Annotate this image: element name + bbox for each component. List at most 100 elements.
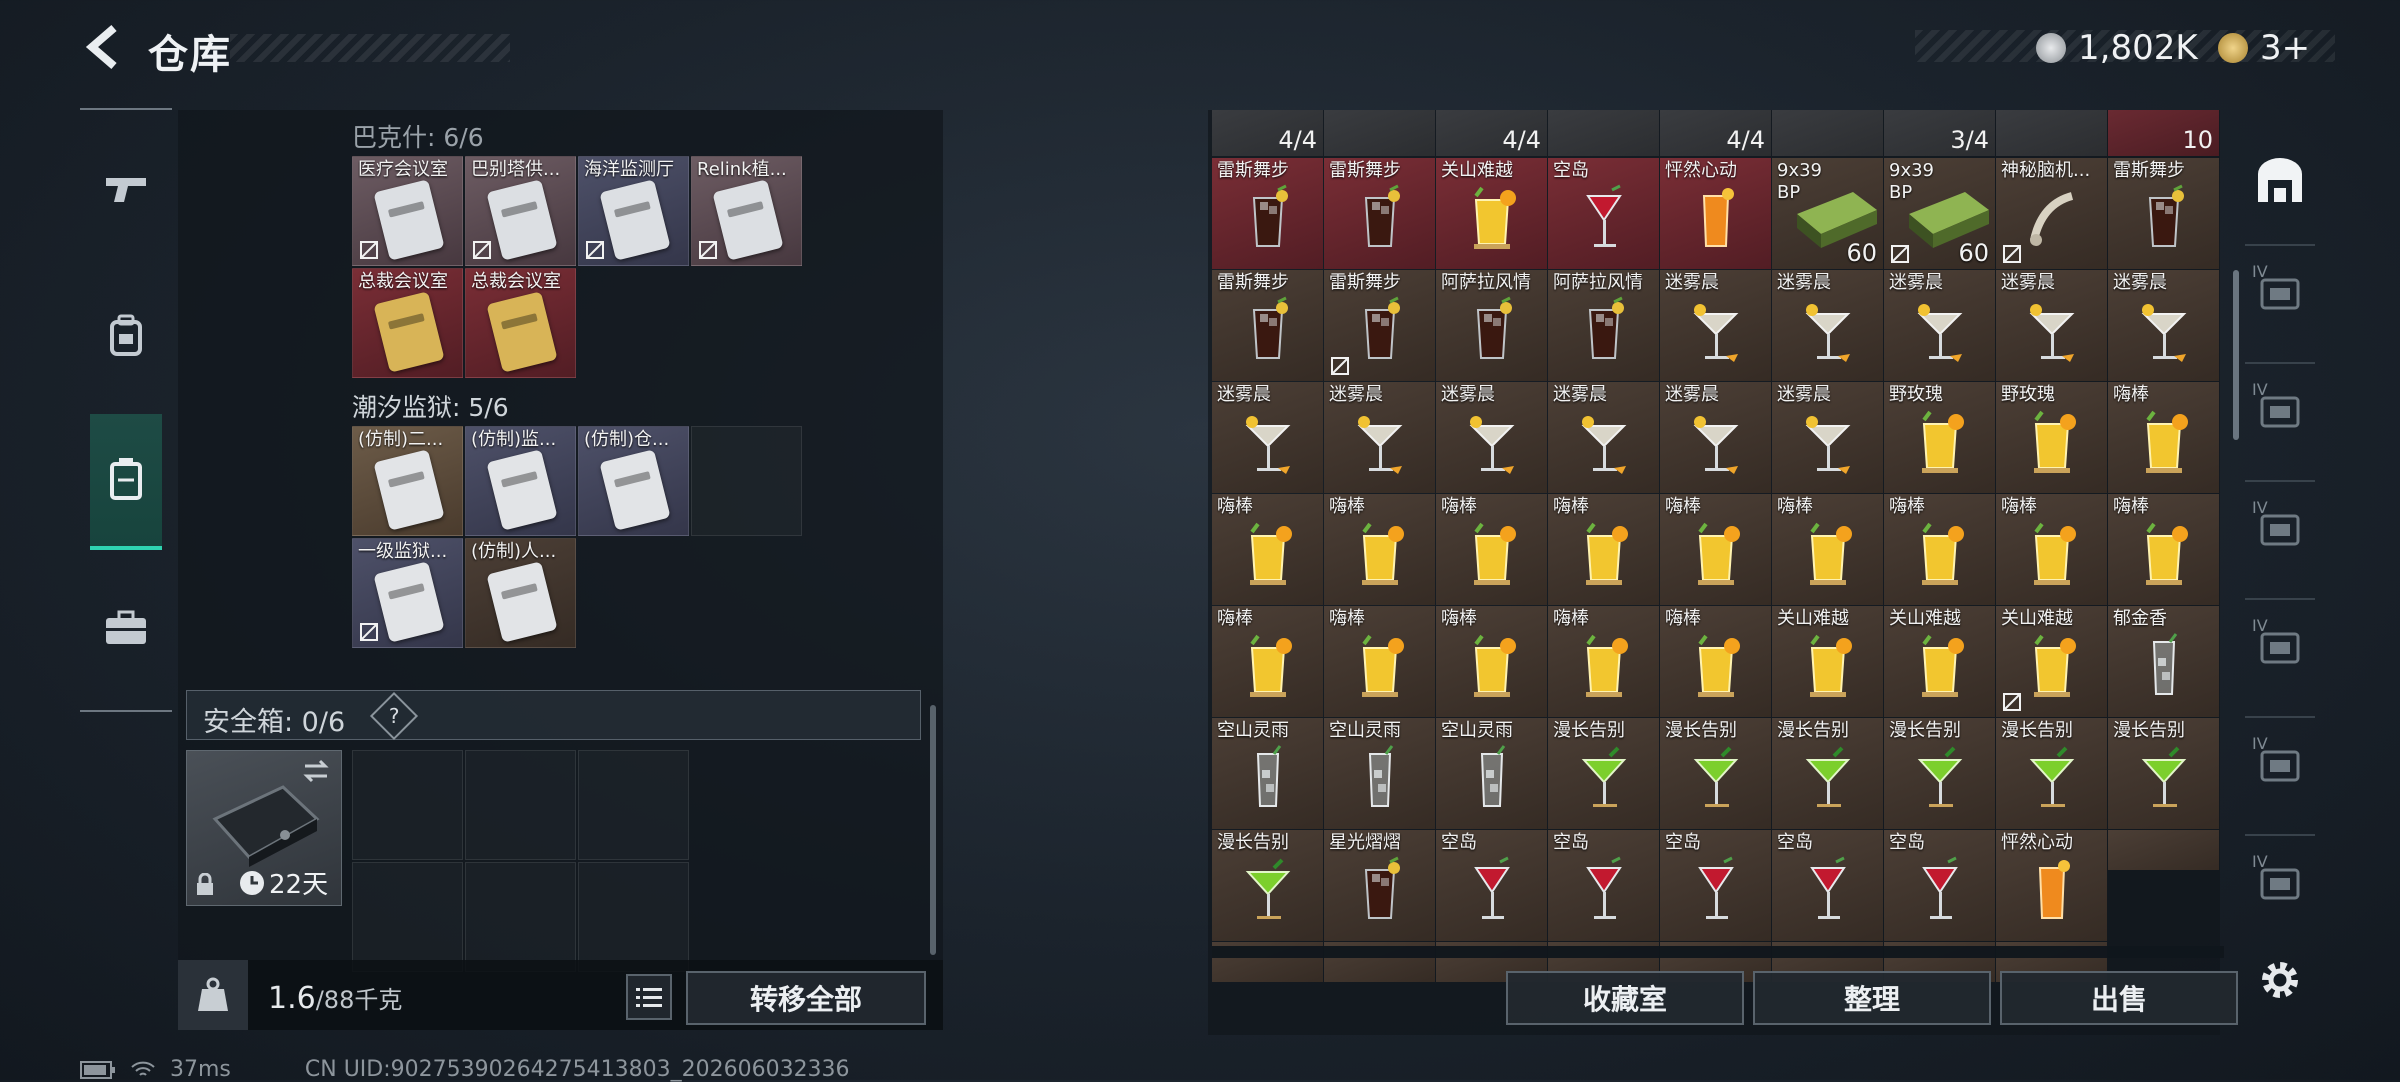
drink-item[interactable]: 关山难越 — [1884, 606, 1995, 717]
drink-item[interactable]: 迷雾晨 — [1660, 382, 1771, 493]
drink-item[interactable]: 嗨棒 — [2108, 494, 2219, 605]
nav-item-kit[interactable] — [90, 562, 162, 694]
drink-item[interactable]: 阿萨拉风情 — [1436, 270, 1547, 381]
drink-item[interactable]: 嗨棒 — [1772, 494, 1883, 605]
help-button[interactable]: ? — [369, 691, 419, 741]
drink-item[interactable]: 阿萨拉风情 — [1548, 270, 1659, 381]
keycard-item[interactable]: 医疗会议室 — [352, 156, 463, 266]
drink-item[interactable]: 雷斯舞步 — [1324, 270, 1435, 381]
currency-silver[interactable]: 1,802K — [2036, 28, 2198, 68]
drink-item[interactable]: 漫长告别 — [1212, 830, 1323, 941]
keycard-item[interactable]: 巴别塔供... — [465, 156, 576, 266]
drink-item[interactable]: 空岛 — [1548, 158, 1659, 269]
drink-item[interactable]: 迷雾晨 — [1772, 382, 1883, 493]
currency-gold[interactable]: 3+ — [2218, 28, 2310, 68]
drink-item[interactable]: 关山难越 — [1436, 158, 1547, 269]
keycard-item[interactable]: 海洋监测厅 — [578, 156, 689, 266]
drink-item[interactable]: 嗨棒 — [1660, 494, 1771, 605]
collection-room-button[interactable]: 收藏室 — [1506, 971, 1744, 1025]
drink-item[interactable]: 嗨棒 — [1436, 606, 1547, 717]
partial-item-cell[interactable] — [2108, 830, 2219, 870]
sell-button[interactable]: 出售 — [2000, 971, 2238, 1025]
nav-item-storage[interactable] — [90, 414, 162, 550]
safe-slot[interactable] — [465, 750, 576, 860]
drink-item[interactable]: 空岛 — [1772, 830, 1883, 941]
drink-item[interactable]: 迷雾晨 — [1660, 270, 1771, 381]
sidebar-storage-main[interactable] — [2250, 150, 2310, 210]
keycard-item[interactable]: (仿制)人... — [465, 538, 576, 648]
list-view-button[interactable] — [626, 974, 672, 1020]
keycard-item[interactable]: (仿制)二... — [352, 426, 463, 536]
drink-item[interactable]: 嗨棒 — [1324, 606, 1435, 717]
drink-item[interactable]: 怦然心动 — [1660, 158, 1771, 269]
drink-item[interactable]: 嗨棒 — [1436, 494, 1547, 605]
drink-item[interactable]: 空岛 — [1884, 830, 1995, 941]
partial-item-cell[interactable]: 4/4 — [1212, 110, 1323, 156]
drink-item[interactable]: 雷斯舞步 — [1212, 270, 1323, 381]
sidebar-storage-tier[interactable]: IV — [2250, 380, 2310, 440]
drink-item[interactable]: 嗨棒 — [1996, 494, 2107, 605]
drink-item[interactable]: 嗨棒 — [1884, 494, 1995, 605]
drink-item[interactable]: 迷雾晨 — [1212, 382, 1323, 493]
partial-item-cell[interactable] — [1548, 110, 1659, 156]
drink-item[interactable]: 嗨棒 — [1324, 494, 1435, 605]
keycard-item[interactable]: Relink植... — [691, 156, 802, 266]
sidebar-storage-tier[interactable]: IV — [2250, 734, 2310, 794]
empty-slot[interactable] — [691, 426, 802, 536]
drink-item[interactable]: 雷斯舞步 — [1324, 158, 1435, 269]
drink-item[interactable]: 漫长告别 — [1548, 718, 1659, 829]
keycard-item[interactable]: (仿制)仓... — [578, 426, 689, 536]
drink-item[interactable]: 星光熠熠 — [1324, 830, 1435, 941]
drink-item[interactable]: 迷雾晨 — [1436, 382, 1547, 493]
stash-scrollbar[interactable] — [930, 705, 936, 955]
safe-slot[interactable] — [352, 750, 463, 860]
sidebar-storage-tier[interactable]: IV — [2250, 498, 2310, 558]
drink-item[interactable]: 迷雾晨 — [1548, 382, 1659, 493]
drink-item[interactable]: 空山灵雨 — [1324, 718, 1435, 829]
drink-item[interactable]: 漫长告别 — [1772, 718, 1883, 829]
drink-item[interactable]: 嗨棒 — [1660, 606, 1771, 717]
drink-item[interactable]: 关山难越 — [1772, 606, 1883, 717]
drink-item[interactable]: 嗨棒 — [1212, 494, 1323, 605]
drink-item[interactable]: 漫长告别 — [2108, 718, 2219, 829]
drink-item[interactable]: 空山灵雨 — [1212, 718, 1323, 829]
drink-item[interactable]: 漫长告别 — [1884, 718, 1995, 829]
partial-item-cell[interactable]: 10 — [2108, 110, 2219, 156]
drink-item[interactable]: 雷斯舞步 — [1212, 158, 1323, 269]
nav-item-weapon[interactable] — [90, 124, 162, 256]
partial-item-cell[interactable]: 3/4 — [1884, 110, 1995, 156]
back-button[interactable] — [80, 22, 126, 72]
ammo-item[interactable]: 9x39 BP 60 — [1772, 158, 1883, 269]
drink-item[interactable]: 嗨棒 — [1548, 494, 1659, 605]
storage-scrollbar[interactable] — [2233, 270, 2239, 440]
drink-item[interactable]: 空岛 — [1436, 830, 1547, 941]
drink-item[interactable]: 野玫瑰 — [1884, 382, 1995, 493]
drink-item[interactable]: 空山灵雨 — [1436, 718, 1547, 829]
keycard-item[interactable]: 总裁会议室 — [465, 268, 576, 378]
keycard-item[interactable]: 总裁会议室 — [352, 268, 463, 378]
drink-item[interactable]: 迷雾晨 — [1996, 270, 2107, 381]
safe-slot[interactable] — [578, 750, 689, 860]
drink-item[interactable]: 郁金香 — [2108, 606, 2219, 717]
drink-item[interactable]: 关山难越 — [1996, 606, 2107, 717]
drink-item[interactable]: 空岛 — [1660, 830, 1771, 941]
drink-item[interactable]: 嗨棒 — [1548, 606, 1659, 717]
partial-item-cell[interactable]: 4/4 — [1436, 110, 1547, 156]
sidebar-storage-tier[interactable]: IV — [2250, 616, 2310, 676]
ammo-item[interactable]: 9x39 BP 60 — [1884, 158, 1995, 269]
drink-item[interactable]: 空岛 — [1548, 830, 1659, 941]
drink-item[interactable]: 迷雾晨 — [1324, 382, 1435, 493]
drink-item[interactable]: 雷斯舞步 — [2108, 158, 2219, 269]
partial-item-cell[interactable] — [1772, 110, 1883, 156]
drink-item[interactable]: 迷雾晨 — [1884, 270, 1995, 381]
organize-button[interactable]: 整理 — [1753, 971, 1991, 1025]
swap-icon[interactable] — [301, 759, 331, 783]
drink-item[interactable]: 嗨棒 — [2108, 382, 2219, 493]
safe-slot[interactable] — [352, 862, 463, 972]
transfer-all-button[interactable]: 转移全部 — [686, 971, 926, 1025]
keycard-item[interactable]: (仿制)监... — [465, 426, 576, 536]
settings-button[interactable] — [2250, 950, 2310, 1010]
partial-item-cell[interactable]: 4/4 — [1660, 110, 1771, 156]
sidebar-storage-tier[interactable]: IV — [2250, 852, 2310, 912]
safe-case-item[interactable]: 22天 — [186, 750, 342, 906]
